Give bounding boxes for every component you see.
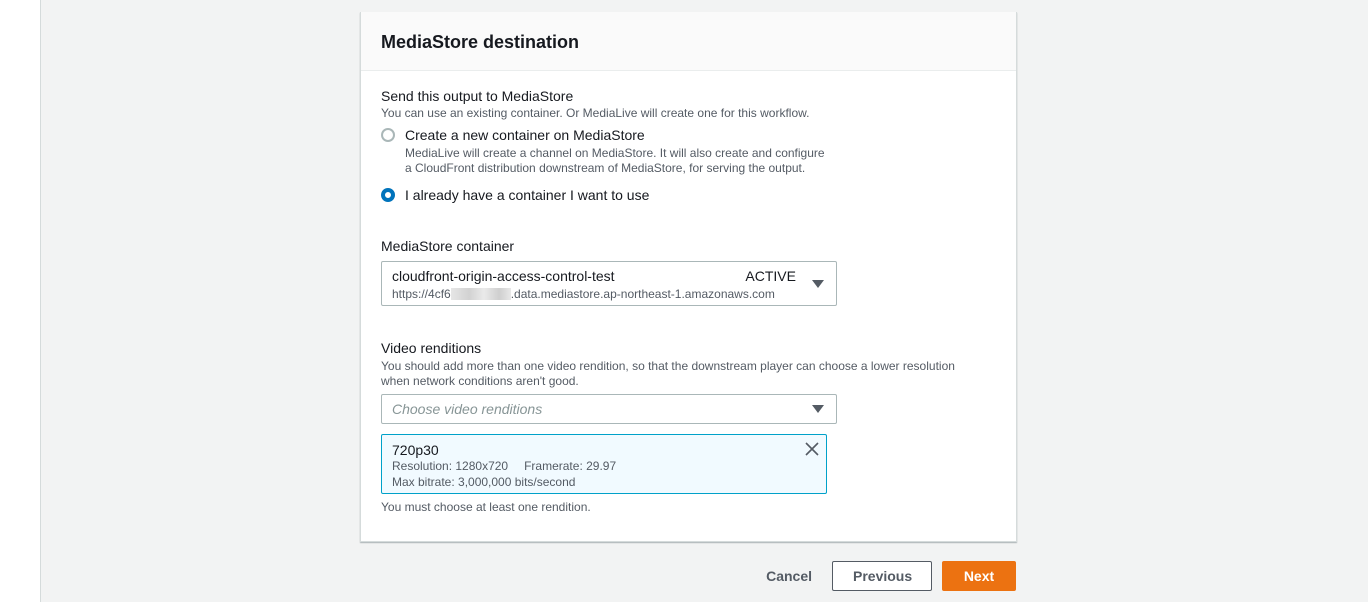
rendition-title: 720p30 xyxy=(392,442,439,458)
radio-button-create-new[interactable] xyxy=(381,128,395,142)
rendition-specs: Resolution: 1280x720 Framerate: 29.97 xyxy=(392,459,816,474)
send-output-description: You can use an existing container. Or Me… xyxy=(381,106,810,120)
close-icon[interactable] xyxy=(805,442,819,456)
container-status-badge: ACTIVE xyxy=(745,268,796,284)
panel-body: Send this output to MediaStore You can u… xyxy=(361,71,1016,515)
renditions-description: You should add more than one video rendi… xyxy=(381,359,996,389)
container-field: MediaStore container cloudfront-origin-a… xyxy=(381,238,996,306)
radio-button-existing[interactable] xyxy=(381,188,395,202)
renditions-field: Video renditions You should add more tha… xyxy=(381,340,996,515)
send-output-field: Send this output to MediaStore You can u… xyxy=(381,88,996,203)
rendition-token-720p30: 720p30 Resolution: 1280x720 Framerate: 29… xyxy=(381,434,827,494)
renditions-description-line: when network conditions aren't good. xyxy=(381,374,579,388)
renditions-label: Video renditions xyxy=(381,340,482,356)
radio-existing-container[interactable]: I already have a container I want to use xyxy=(381,187,996,203)
redacted-blur xyxy=(450,288,511,300)
container-name: cloudfront-origin-access-control-test xyxy=(392,268,615,284)
previous-button[interactable]: Previous xyxy=(832,561,932,591)
radio-create-new-description: MediaLive will create a channel on Media… xyxy=(405,146,825,176)
container-url-prefix: https://4cf6 xyxy=(392,287,451,301)
rendition-resolution: Resolution: 1280x720 xyxy=(392,459,509,473)
renditions-placeholder: Choose video renditions xyxy=(392,401,543,417)
renditions-constraint-text: You must choose at least one rendition. xyxy=(381,500,591,514)
container-url: https://4cf6 .data.mediastore.ap-northeas… xyxy=(392,287,826,302)
left-navigation-rail xyxy=(0,0,41,602)
radio-create-new-container[interactable]: Create a new container on MediaStore Med… xyxy=(381,127,996,176)
container-label: MediaStore container xyxy=(381,238,515,254)
container-url-suffix: .data.mediastore.ap-northeast-1.amazonaw… xyxy=(510,287,775,301)
rendition-bitrate: Max bitrate: 3,000,000 bits/second xyxy=(392,475,576,489)
renditions-description-line: You should add more than one video rendi… xyxy=(381,359,955,373)
send-output-label: Send this output to MediaStore xyxy=(381,88,574,104)
caret-down-icon[interactable] xyxy=(812,405,824,413)
next-button[interactable]: Next xyxy=(942,561,1016,591)
radio-create-new-description-line: MediaLive will create a channel on Media… xyxy=(405,146,825,160)
panel-title: MediaStore destination xyxy=(381,32,580,52)
radio-existing-label[interactable]: I already have a container I want to use xyxy=(405,187,649,203)
cancel-button[interactable]: Cancel xyxy=(746,568,832,584)
rendition-framerate: Framerate: 29.97 xyxy=(524,459,617,473)
renditions-select[interactable]: Choose video renditions xyxy=(381,394,837,424)
wizard-actions: Cancel Previous Next xyxy=(746,561,1016,591)
container-select[interactable]: cloudfront-origin-access-control-test AC… xyxy=(381,261,837,306)
radio-create-new-label[interactable]: Create a new container on MediaStore xyxy=(405,127,825,143)
mediastore-destination-panel: MediaStore destination Send this output … xyxy=(360,12,1017,542)
radio-create-new-description-line: a CloudFront distribution downstream of … xyxy=(405,161,806,175)
caret-down-icon[interactable] xyxy=(812,279,824,288)
panel-header: MediaStore destination xyxy=(361,12,1016,71)
